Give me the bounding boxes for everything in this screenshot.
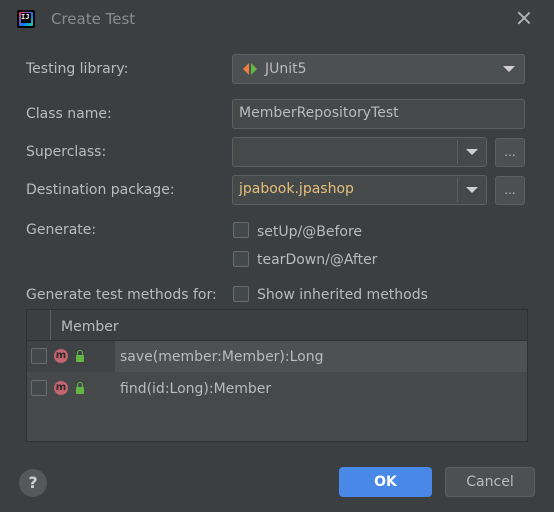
junit-icon: [243, 63, 257, 75]
setup-checkbox-label[interactable]: setUp/@Before: [257, 224, 362, 240]
destination-package-combo[interactable]: jpabook.jpashop: [232, 175, 487, 205]
help-button[interactable]: ?: [19, 469, 47, 497]
teardown-checkbox[interactable]: [233, 251, 249, 267]
class-name-input[interactable]: MemberRepositoryTest: [232, 99, 525, 129]
chevron-down-icon: [503, 66, 515, 72]
combo-divider: [457, 178, 458, 202]
row-checkbox[interactable]: [31, 380, 47, 396]
method-icon: m: [54, 381, 68, 395]
close-icon[interactable]: [514, 8, 534, 28]
generate-label: Generate:: [26, 222, 97, 238]
method-signature[interactable]: find(id:Long):Member: [120, 381, 271, 397]
header-divider: [50, 310, 51, 340]
teardown-checkbox-label[interactable]: tearDown/@After: [257, 252, 377, 268]
testing-library-select[interactable]: JUnit5: [232, 54, 525, 84]
class-name-label: Class name:: [26, 106, 112, 122]
setup-checkbox[interactable]: [233, 222, 249, 238]
methods-for-label: Generate test methods for:: [26, 287, 217, 303]
show-inherited-label[interactable]: Show inherited methods: [257, 287, 428, 303]
superclass-label: Superclass:: [26, 144, 107, 160]
intellij-app-icon: [17, 10, 35, 28]
superclass-browse-button[interactable]: ...: [495, 138, 525, 167]
lock-icon: [76, 382, 84, 394]
destination-package-label: Destination package:: [26, 182, 175, 198]
testing-library-value: JUnit5: [265, 61, 307, 77]
ok-button[interactable]: OK: [339, 467, 432, 497]
destination-browse-button[interactable]: ...: [495, 176, 525, 205]
lock-icon: [76, 350, 84, 362]
superclass-combo[interactable]: [232, 137, 487, 167]
destination-package-value: jpabook.jpashop: [239, 181, 354, 197]
dialog-title: Create Test: [51, 10, 136, 28]
chevron-down-icon[interactable]: [466, 187, 478, 193]
cancel-button[interactable]: Cancel: [445, 467, 535, 497]
class-name-value: MemberRepositoryTest: [239, 105, 399, 121]
combo-divider: [457, 140, 458, 164]
member-column-header: Member: [61, 319, 119, 335]
testing-library-label: Testing library:: [26, 61, 129, 77]
show-inherited-checkbox[interactable]: [233, 286, 249, 302]
chevron-down-icon[interactable]: [466, 149, 478, 155]
method-icon: m: [54, 349, 68, 363]
row-checkbox[interactable]: [31, 348, 47, 364]
method-signature[interactable]: save(member:Member):Long: [120, 349, 324, 365]
